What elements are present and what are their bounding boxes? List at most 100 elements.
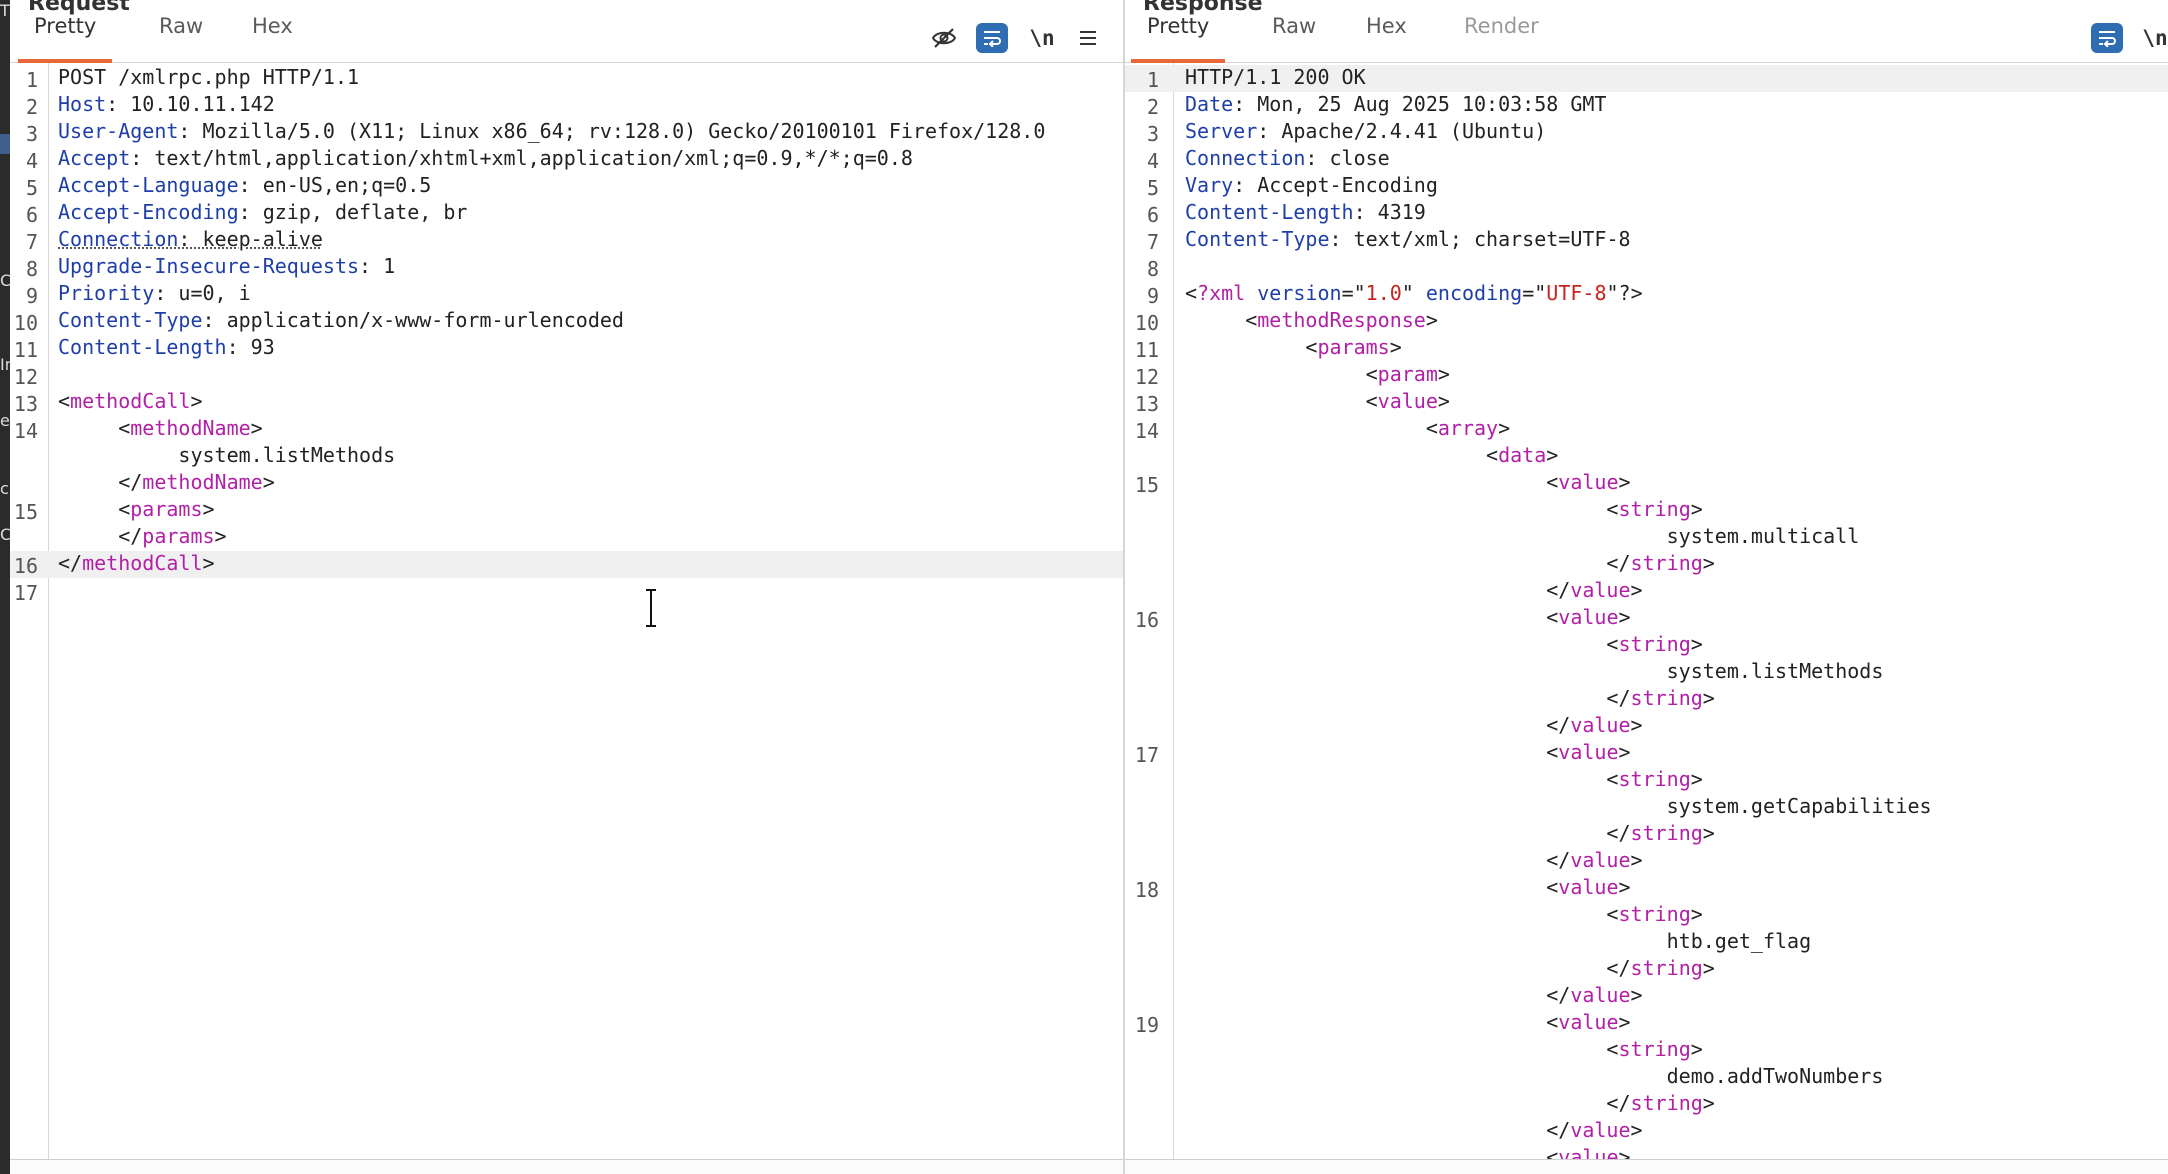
- code-line[interactable]: 16 <value>: [1125, 605, 2168, 632]
- line-text: Vary: Accept-Encoding: [1185, 173, 1438, 197]
- show-newlines-toggle[interactable]: \n: [1026, 23, 1058, 53]
- line-text: </string>: [1185, 821, 1714, 845]
- code-line[interactable]: </methodName>: [10, 470, 1123, 497]
- menu-icon[interactable]: [1072, 23, 1104, 53]
- code-line[interactable]: 17: [10, 578, 1123, 605]
- code-line[interactable]: 18 <value>: [1125, 875, 2168, 902]
- code-line[interactable]: 8 Upgrade-Insecure-Requests: 1: [10, 254, 1123, 281]
- code-line[interactable]: </string>: [1125, 551, 2168, 578]
- code-token: <: [1185, 875, 1559, 899]
- code-line[interactable]: 15 <value>: [1125, 470, 2168, 497]
- code-line[interactable]: </value>: [1125, 983, 2168, 1010]
- line-number: 6: [25, 203, 38, 227]
- code-line[interactable]: <string>: [1125, 1037, 2168, 1064]
- code-line[interactable]: </value>: [1125, 713, 2168, 740]
- response-tab-pretty[interactable]: Pretty: [1131, 14, 1226, 63]
- code-line[interactable]: </value>: [1125, 848, 2168, 875]
- request-code: 1 POST /xmlrpc.php HTTP/1.1 2 Host: 10.10.1…: [10, 65, 1123, 605]
- code-line[interactable]: 12 <param>: [1125, 362, 2168, 389]
- code-line[interactable]: 3 Server: Apache/2.4.41 (Ubuntu): [1125, 119, 2168, 146]
- code-line[interactable]: </string>: [1125, 686, 2168, 713]
- code-line[interactable]: 1 POST /xmlrpc.php HTTP/1.1: [10, 65, 1123, 92]
- code-line[interactable]: 6 Content-Length: 4319: [1125, 200, 2168, 227]
- code-line[interactable]: 12: [10, 362, 1123, 389]
- code-line[interactable]: 19 <value>: [1125, 1010, 2168, 1037]
- request-editor[interactable]: 1 POST /xmlrpc.php HTTP/1.1 2 Host: 10.10.1…: [10, 63, 1123, 1160]
- code-line[interactable]: </value>: [1125, 578, 2168, 605]
- code-line[interactable]: 1 HTTP/1.1 200 OK: [1125, 65, 2168, 92]
- line-text: <value>: [1185, 605, 1630, 629]
- code-line[interactable]: </string>: [1125, 1091, 2168, 1118]
- line-text: Host: 10.10.11.142: [58, 92, 275, 116]
- code-line[interactable]: 2 Host: 10.10.11.142: [10, 92, 1123, 119]
- code-line[interactable]: 4 Accept: text/html,application/xhtml+xml…: [10, 146, 1123, 173]
- code-line[interactable]: 16 </methodCall>: [10, 551, 1123, 578]
- line-text: </value>: [1185, 1118, 1642, 1142]
- line-text: system.listMethods: [1185, 659, 1884, 683]
- code-line[interactable]: 17 <value>: [1125, 740, 2168, 767]
- code-line[interactable]: 4 Connection: close: [1125, 146, 2168, 173]
- line-text: <value>: [1185, 470, 1630, 494]
- code-line[interactable]: 8: [1125, 254, 2168, 281]
- code-line[interactable]: system.listMethods: [1125, 659, 2168, 686]
- code-line[interactable]: demo.addTwoNumbers: [1125, 1064, 2168, 1091]
- code-token: >: [1618, 740, 1631, 764]
- code-line[interactable]: system.getCapabilities: [1125, 794, 2168, 821]
- code-line[interactable]: 9 Priority: u=0, i: [10, 281, 1123, 308]
- code-line[interactable]: 6 Accept-Encoding: gzip, deflate, br: [10, 200, 1123, 227]
- code-line[interactable]: htb.get_flag: [1125, 929, 2168, 956]
- line-number: 10: [1134, 311, 1159, 335]
- code-line[interactable]: 13 <methodCall>: [10, 389, 1123, 416]
- code-line[interactable]: 5 Vary: Accept-Encoding: [1125, 173, 2168, 200]
- code-line[interactable]: <string>: [1125, 632, 2168, 659]
- code-token: </: [1185, 821, 1631, 845]
- response-tab-hex[interactable]: Hex: [1350, 14, 1423, 62]
- code-line[interactable]: 13 <value>: [1125, 389, 2168, 416]
- response-editor[interactable]: 1 HTTP/1.1 200 OK 2 Date: Mon, 25 Aug 2025 …: [1125, 63, 2168, 1160]
- code-line[interactable]: 11 <params>: [1125, 335, 2168, 362]
- code-line[interactable]: </string>: [1125, 956, 2168, 983]
- code-token: params: [1317, 335, 1390, 359]
- code-line[interactable]: </value>: [1125, 1118, 2168, 1145]
- code-line[interactable]: 10 Content-Type: application/x-www-form-u…: [10, 308, 1123, 335]
- code-line[interactable]: system.listMethods: [10, 443, 1123, 470]
- code-line[interactable]: </string>: [1125, 821, 2168, 848]
- left-strip-glyph: C: [0, 271, 10, 290]
- wrap-lines-toggle[interactable]: [976, 23, 1008, 53]
- code-line[interactable]: <value>: [1125, 1145, 2168, 1160]
- code-line[interactable]: 9 <?xml version="1.0" encoding="UTF-8"?>: [1125, 281, 2168, 308]
- code-line[interactable]: system.multicall: [1125, 524, 2168, 551]
- code-token: Connection: [58, 227, 179, 251]
- code-line[interactable]: </params>: [10, 524, 1123, 551]
- code-line[interactable]: 7 Connection: keep-alive: [10, 227, 1123, 254]
- code-line[interactable]: 2 Date: Mon, 25 Aug 2025 10:03:58 GMT: [1125, 92, 2168, 119]
- hide-nonprintable-icon[interactable]: [928, 23, 960, 53]
- code-token: string: [1630, 1091, 1703, 1115]
- code-line[interactable]: <string>: [1125, 902, 2168, 929]
- code-line[interactable]: <string>: [1125, 767, 2168, 794]
- response-tab-raw[interactable]: Raw: [1256, 14, 1332, 62]
- response-tab-render[interactable]: Render: [1448, 14, 1555, 62]
- code-line[interactable]: 14 <methodName>: [10, 416, 1123, 443]
- code-line[interactable]: 15 <params>: [10, 497, 1123, 524]
- left-strip-glyph: C: [0, 525, 10, 544]
- code-line[interactable]: <string>: [1125, 497, 2168, 524]
- code-line[interactable]: 14 <array>: [1125, 416, 2168, 443]
- code-line[interactable]: <data>: [1125, 443, 2168, 470]
- response-show-newlines-toggle[interactable]: \n: [2139, 23, 2168, 53]
- code-line[interactable]: 10 <methodResponse>: [1125, 308, 2168, 335]
- code-line[interactable]: 3 User-Agent: Mozilla/5.0 (X11; Linux x86…: [10, 119, 1123, 146]
- code-token: ?xml: [1197, 281, 1246, 305]
- request-tab-pretty[interactable]: Pretty: [18, 14, 113, 63]
- code-line[interactable]: 11 Content-Length: 93: [10, 335, 1123, 362]
- code-token: : 4319: [1353, 200, 1426, 224]
- request-tab-hex[interactable]: Hex: [236, 14, 309, 62]
- code-line[interactable]: 7 Content-Type: text/xml; charset=UTF-8: [1125, 227, 2168, 254]
- code-line[interactable]: 5 Accept-Language: en-US,en;q=0.5: [10, 173, 1123, 200]
- request-tab-raw[interactable]: Raw: [143, 14, 219, 62]
- response-wrap-lines-toggle[interactable]: [2091, 23, 2123, 53]
- line-number: 2: [1146, 95, 1159, 119]
- code-token: </: [1185, 551, 1631, 575]
- code-token: : 1: [359, 254, 396, 278]
- code-token: <: [1185, 416, 1438, 440]
